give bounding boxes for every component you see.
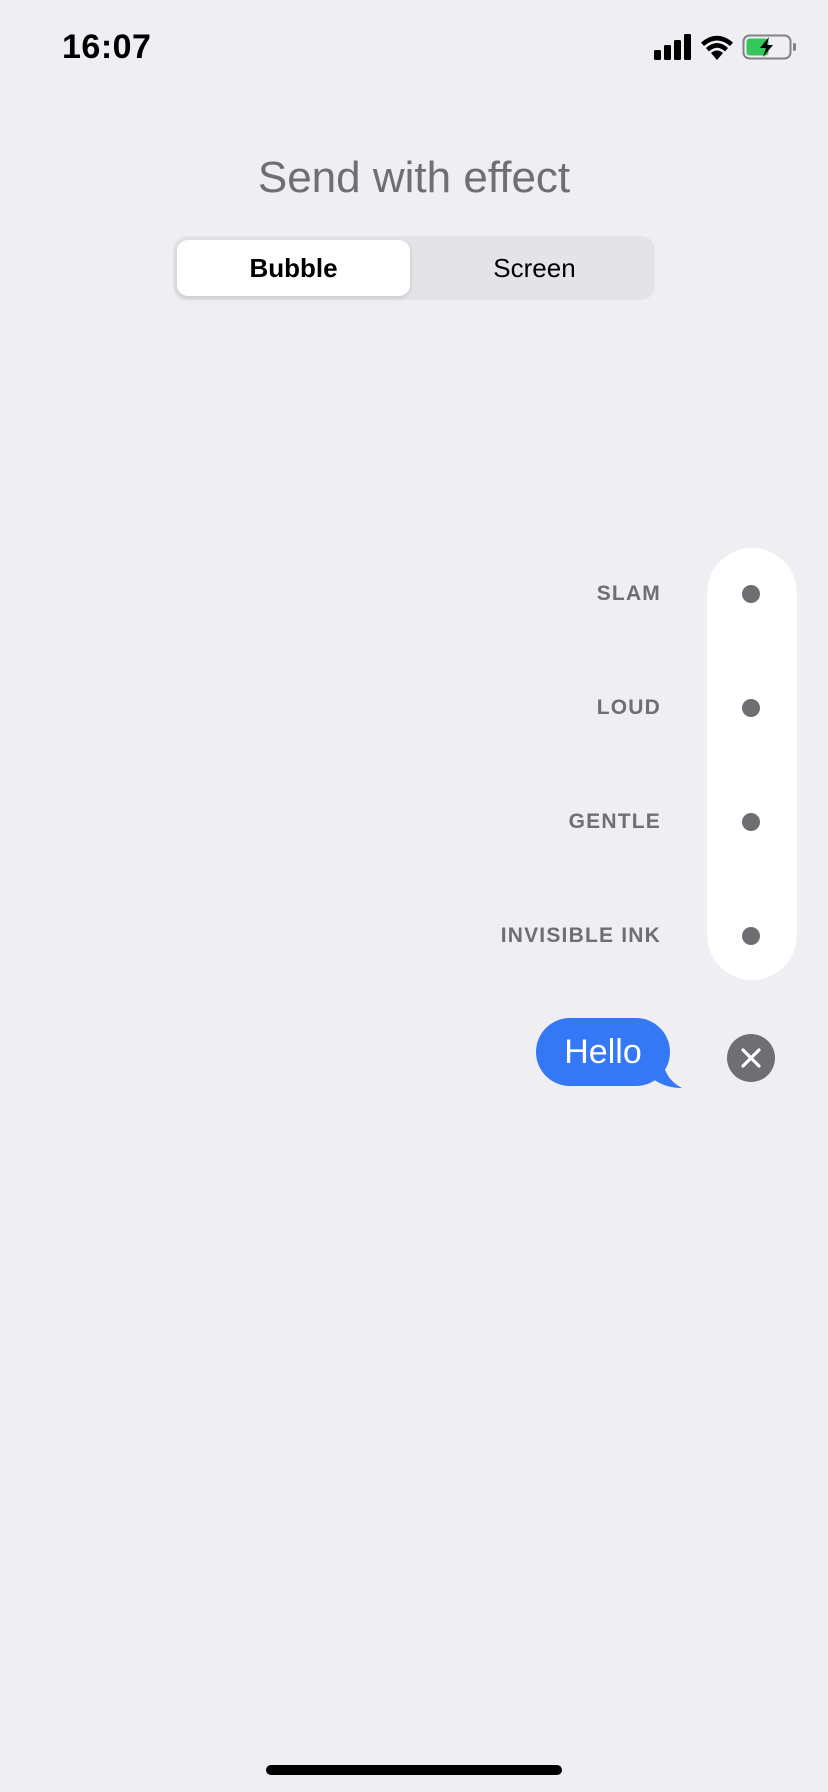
close-button[interactable] [727,1034,775,1082]
message-bubble[interactable]: Hello [536,1018,670,1086]
home-indicator [266,1765,562,1775]
status-time: 16:07 [62,28,152,66]
effect-label-gentle[interactable]: GENTLE [569,810,661,834]
battery-charging-icon [742,34,796,60]
effect-dot-gentle[interactable] [742,813,760,831]
status-icons [650,34,800,64]
effect-type-segmented-control: Bubble Screen [173,236,655,300]
effect-label-slam[interactable]: SLAM [597,582,661,606]
effect-dot-loud[interactable] [742,699,760,717]
tab-screen[interactable]: Screen [418,240,651,296]
effect-dot-slam[interactable] [742,585,760,603]
cellular-signal-icon [654,34,691,60]
effects-track [707,548,797,980]
effect-dot-invisible-ink[interactable] [742,927,760,945]
effect-label-invisible-ink[interactable]: INVISIBLE INK [501,924,661,948]
close-icon [741,1048,761,1068]
effect-label-loud[interactable]: LOUD [597,696,661,720]
tab-bubble[interactable]: Bubble [177,240,410,296]
wifi-icon [701,35,733,60]
page-title: Send with effect [257,153,571,202]
